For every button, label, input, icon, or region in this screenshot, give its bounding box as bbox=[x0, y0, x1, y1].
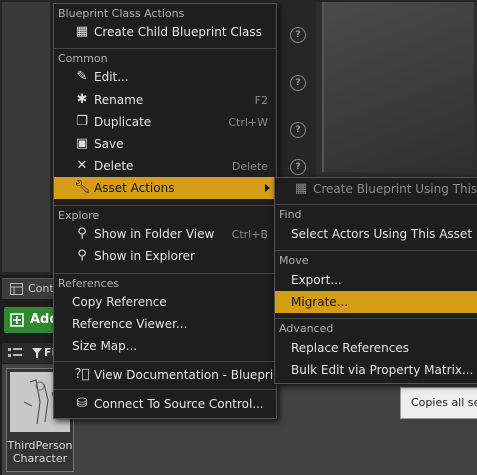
menu-item-migrate[interactable]: Migrate... bbox=[275, 291, 477, 313]
save-icon: ▣ bbox=[75, 136, 89, 151]
section-header-common: Common bbox=[58, 52, 108, 65]
menu-item-asset-actions[interactable]: 🔧︎ Asset Actions bbox=[54, 177, 276, 199]
shortcut-delete: Delete bbox=[231, 160, 268, 173]
add-new-button[interactable]: Add bbox=[4, 307, 59, 333]
section-header-move: Move bbox=[279, 254, 309, 267]
section-header-advanced: Advanced bbox=[279, 322, 334, 335]
menu-item-edit[interactable]: ✎ Edit... bbox=[54, 66, 276, 88]
content-browser-tab-label: Cont bbox=[28, 282, 54, 295]
shortcut-rename: F2 bbox=[254, 94, 268, 107]
filter-bar[interactable]: Fi bbox=[2, 343, 55, 363]
tooltip: Copies all se bbox=[400, 387, 477, 419]
menu-item-copy-reference[interactable]: Copy Reference bbox=[54, 291, 276, 313]
help-icon[interactable]: ? bbox=[290, 122, 306, 138]
blueprint-class-icon: ▦ bbox=[294, 181, 308, 196]
help-icon: ?⃝ bbox=[74, 367, 90, 382]
menu-separator bbox=[275, 318, 477, 319]
duplicate-icon: ❐ bbox=[76, 114, 88, 129]
magnifier-icon: ⚲ bbox=[77, 248, 87, 263]
source-control-icon: ⛁ bbox=[76, 396, 88, 411]
menu-separator bbox=[275, 204, 477, 205]
content-browser-icon bbox=[10, 283, 23, 295]
menu-item-save[interactable]: ▣ Save bbox=[54, 133, 276, 155]
menu-item-connect-source-control[interactable]: ⛁ Connect To Source Control... bbox=[54, 393, 276, 415]
details-preview bbox=[322, 2, 474, 172]
blueprint-class-icon: ▦ bbox=[75, 24, 89, 39]
content-browser-tab[interactable]: Cont bbox=[2, 278, 54, 299]
menu-item-bulk-edit-property-matrix[interactable]: Bulk Edit via Property Matrix... bbox=[275, 359, 477, 381]
asset-actions-submenu: ▦ Create Blueprint Using This... Find Se… bbox=[274, 177, 477, 384]
filter-icon bbox=[32, 348, 42, 358]
magnifier-icon: ⚲ bbox=[77, 226, 87, 241]
menu-item-view-documentation[interactable]: ?⃝ View Documentation - Blueprint bbox=[54, 364, 286, 386]
menu-separator bbox=[275, 250, 477, 251]
section-header-explore: Explore bbox=[58, 209, 100, 222]
menu-item-export[interactable]: Export... bbox=[275, 269, 477, 291]
menu-separator bbox=[54, 389, 276, 390]
menu-item-size-map[interactable]: Size Map... bbox=[54, 335, 276, 357]
menu-item-select-actors-using-this-asset[interactable]: Select Actors Using This Asset bbox=[275, 223, 477, 245]
section-header-references: References bbox=[58, 277, 120, 290]
rename-icon: ✱ bbox=[76, 92, 88, 107]
menu-separator bbox=[54, 361, 276, 362]
menu-separator bbox=[54, 48, 276, 49]
wrench-icon: 🔧︎ bbox=[74, 180, 91, 195]
menu-item-replace-references[interactable]: Replace References bbox=[275, 337, 477, 359]
menu-separator bbox=[54, 273, 276, 274]
help-icon[interactable]: ? bbox=[290, 75, 306, 91]
help-icon[interactable]: ? bbox=[290, 159, 306, 175]
edit-icon: ✎ bbox=[76, 69, 88, 84]
menu-item-duplicate[interactable]: ❐ Duplicate Ctrl+W bbox=[54, 111, 276, 133]
help-icon[interactable]: ? bbox=[290, 27, 306, 43]
section-header-blueprint-class-actions: Blueprint Class Actions bbox=[58, 7, 185, 20]
submenu-arrow-icon bbox=[265, 184, 270, 192]
shortcut-show-in-folder: Ctrl+B bbox=[231, 228, 268, 241]
view-options-icon[interactable] bbox=[8, 347, 22, 359]
menu-item-create-child-blueprint-class[interactable]: ▦ Create Child Blueprint Class bbox=[54, 21, 276, 43]
menu-item-show-in-explorer[interactable]: ⚲ Show in Explorer bbox=[54, 245, 276, 267]
menu-item-create-blueprint-using-this[interactable]: ▦ Create Blueprint Using This... bbox=[275, 178, 477, 200]
section-header-find: Find bbox=[279, 208, 302, 221]
asset-name: ThirdPerson Character bbox=[7, 439, 73, 465]
menu-item-reference-viewer[interactable]: Reference Viewer... bbox=[54, 313, 276, 335]
menu-item-show-in-folder-view[interactable]: ⚲ Show in Folder View Ctrl+B bbox=[54, 223, 276, 245]
left-panel bbox=[2, 2, 50, 272]
shortcut-duplicate: Ctrl+W bbox=[228, 116, 268, 129]
menu-item-rename[interactable]: ✱ Rename F2 bbox=[54, 89, 276, 111]
delete-icon: ✕ bbox=[76, 158, 88, 173]
asset-context-menu: Blueprint Class Actions ▦ Create Child B… bbox=[53, 3, 286, 419]
menu-separator bbox=[54, 205, 276, 206]
menu-item-delete[interactable]: ✕ Delete Delete bbox=[54, 155, 276, 177]
tooltip-text: Copies all se bbox=[411, 396, 477, 409]
add-icon bbox=[10, 313, 24, 327]
